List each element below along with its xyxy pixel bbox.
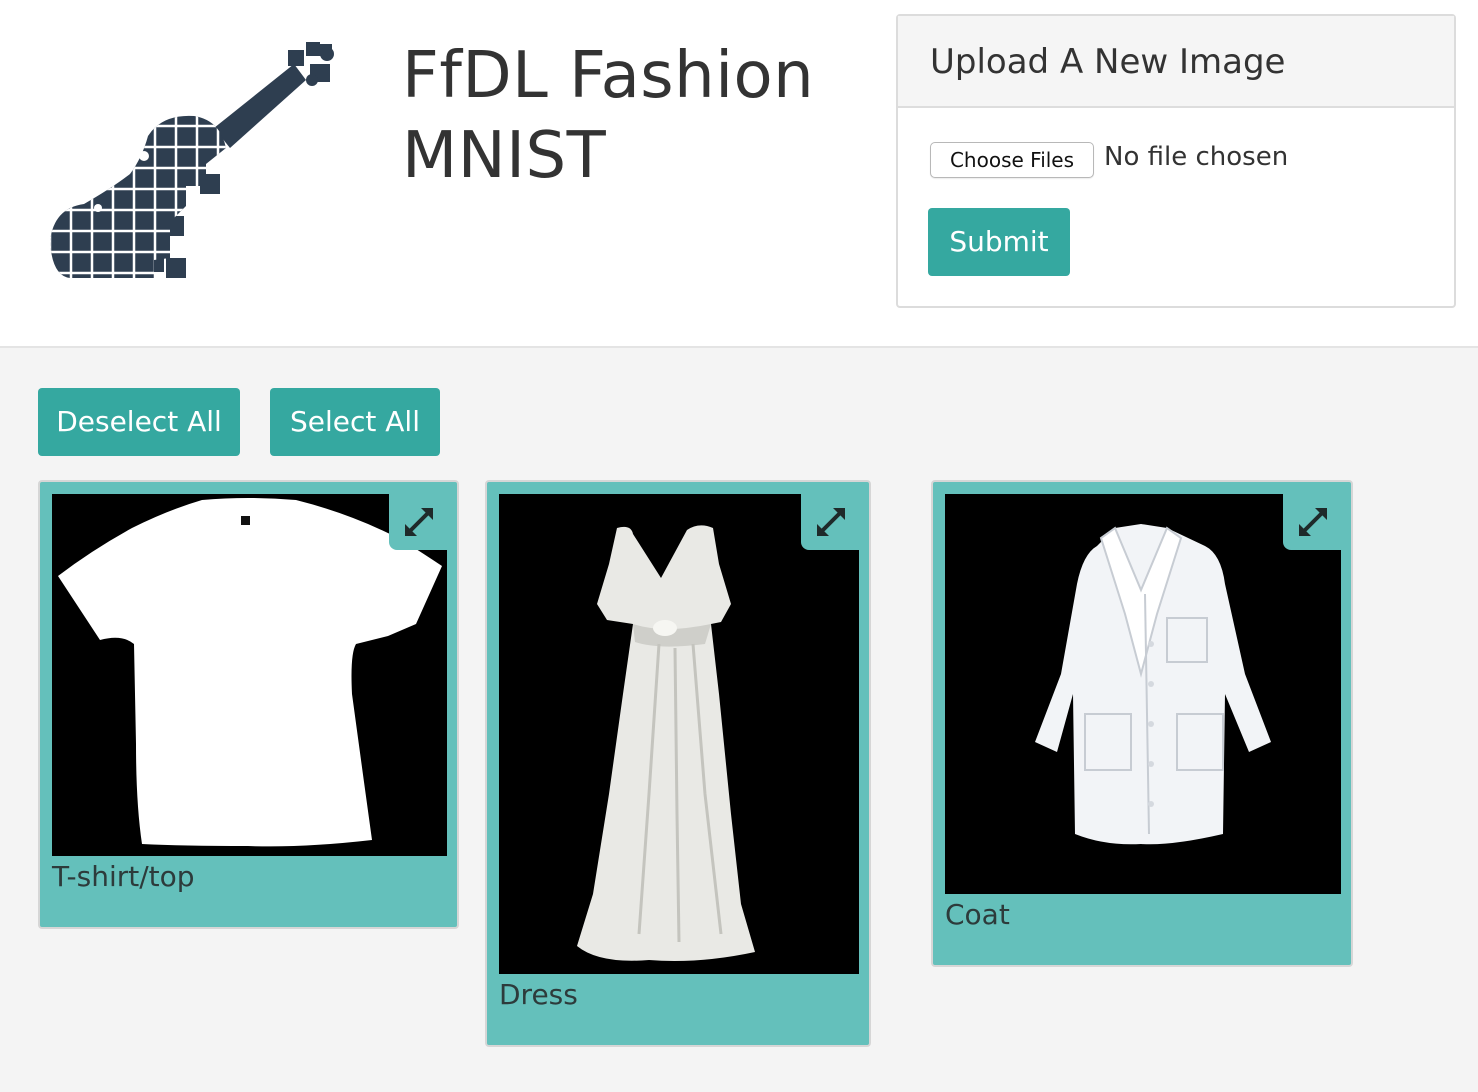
guitar-pixel-logo-icon bbox=[44, 36, 344, 286]
card-label: Coat bbox=[945, 898, 1010, 931]
dress-image bbox=[499, 494, 859, 974]
page-header: FfDL Fashion MNIST Upload A New Image Ch… bbox=[0, 0, 1478, 348]
gallery-card-tshirt[interactable]: T-shirt/top bbox=[38, 480, 459, 929]
upload-panel-heading: Upload A New Image bbox=[898, 16, 1454, 108]
coat-image bbox=[945, 494, 1341, 894]
expand-button[interactable] bbox=[801, 494, 859, 550]
tshirt-image bbox=[52, 494, 447, 856]
deselect-all-button[interactable]: Deselect All bbox=[38, 388, 240, 456]
expand-icon bbox=[1299, 508, 1327, 536]
select-all-button[interactable]: Select All bbox=[270, 388, 440, 456]
file-status-text: No file chosen bbox=[1104, 142, 1289, 172]
expand-icon bbox=[405, 508, 433, 536]
expand-button[interactable] bbox=[1283, 494, 1341, 550]
card-label: Dress bbox=[499, 978, 578, 1011]
expand-button[interactable] bbox=[389, 494, 447, 550]
upload-panel: Upload A New Image Choose Files No file … bbox=[896, 14, 1456, 308]
gallery-card-coat[interactable]: Coat bbox=[931, 480, 1353, 967]
submit-button[interactable]: Submit bbox=[928, 208, 1070, 276]
gallery-card-dress[interactable]: Dress bbox=[485, 480, 871, 1047]
choose-files-button[interactable]: Choose Files bbox=[930, 142, 1094, 178]
expand-icon bbox=[817, 508, 845, 536]
page-title: FfDL Fashion MNIST bbox=[402, 39, 815, 193]
card-label: T-shirt/top bbox=[52, 860, 195, 893]
